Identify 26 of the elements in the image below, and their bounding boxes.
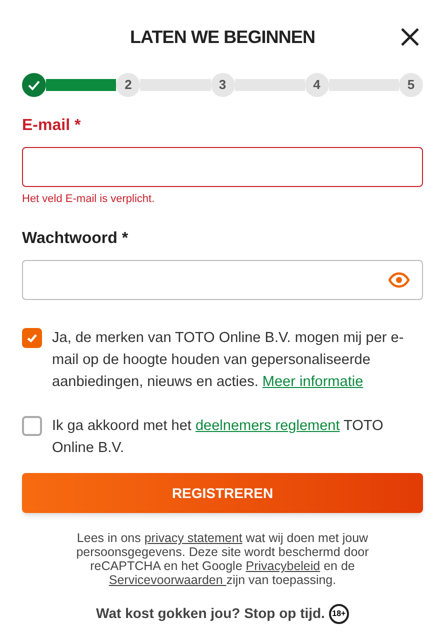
link[interactable]: Privacybeleid: [246, 559, 320, 573]
privacy-text: Lees in ons privacy statement wat wij doen met jouw persoonsgegevens. Deze site wordt beschermd door reCAPTCHA en het Google Privacybeleid en de Servicevoorwaarden zijn van toepassing.: [75, 531, 370, 587]
step-indicator: 3: [210, 73, 234, 97]
step-indicator: 4: [304, 73, 329, 97]
checkbox[interactable]: [22, 328, 42, 348]
check-icon: [27, 78, 41, 92]
dialog-title: LATEN WE BEGINNEN: [130, 26, 315, 48]
step-indicator: 2: [116, 73, 140, 97]
eye-icon[interactable]: [388, 272, 410, 288]
error-message: Het veld E-mail is verplicht.: [22, 192, 156, 206]
link[interactable]: Meer informatie: [262, 374, 364, 390]
link[interactable]: deelnemers reglement: [195, 418, 340, 434]
link[interactable]: Servicevoorwaarden: [108, 573, 226, 587]
consent-text: Ik ga akkoord met het deelnemers reglement TOTO Online B.V.: [52, 417, 384, 458]
consent-text: Ja, de merken van TOTO Online B.V. mogen mij per e-mail op de hoogte houden van gepersonaliseerde aanbiedingen, nieuws en acties. Meer informatie: [52, 329, 405, 392]
link[interactable]: privacy statement: [144, 531, 242, 545]
field-label: Wachtwoord *: [22, 229, 130, 249]
age-badge: 18+: [328, 604, 349, 624]
responsible-gambling-text: Wat kost gokken jou? Stop op tijd.: [96, 604, 325, 623]
register-button[interactable]: REGISTREREN: [22, 473, 423, 513]
checkbox[interactable]: [22, 416, 42, 436]
field-label: E-mail *: [22, 116, 82, 136]
step-indicator: 5: [399, 73, 423, 97]
password-field[interactable]: [22, 260, 423, 300]
check-icon: [26, 332, 38, 344]
email-field[interactable]: [22, 147, 423, 187]
